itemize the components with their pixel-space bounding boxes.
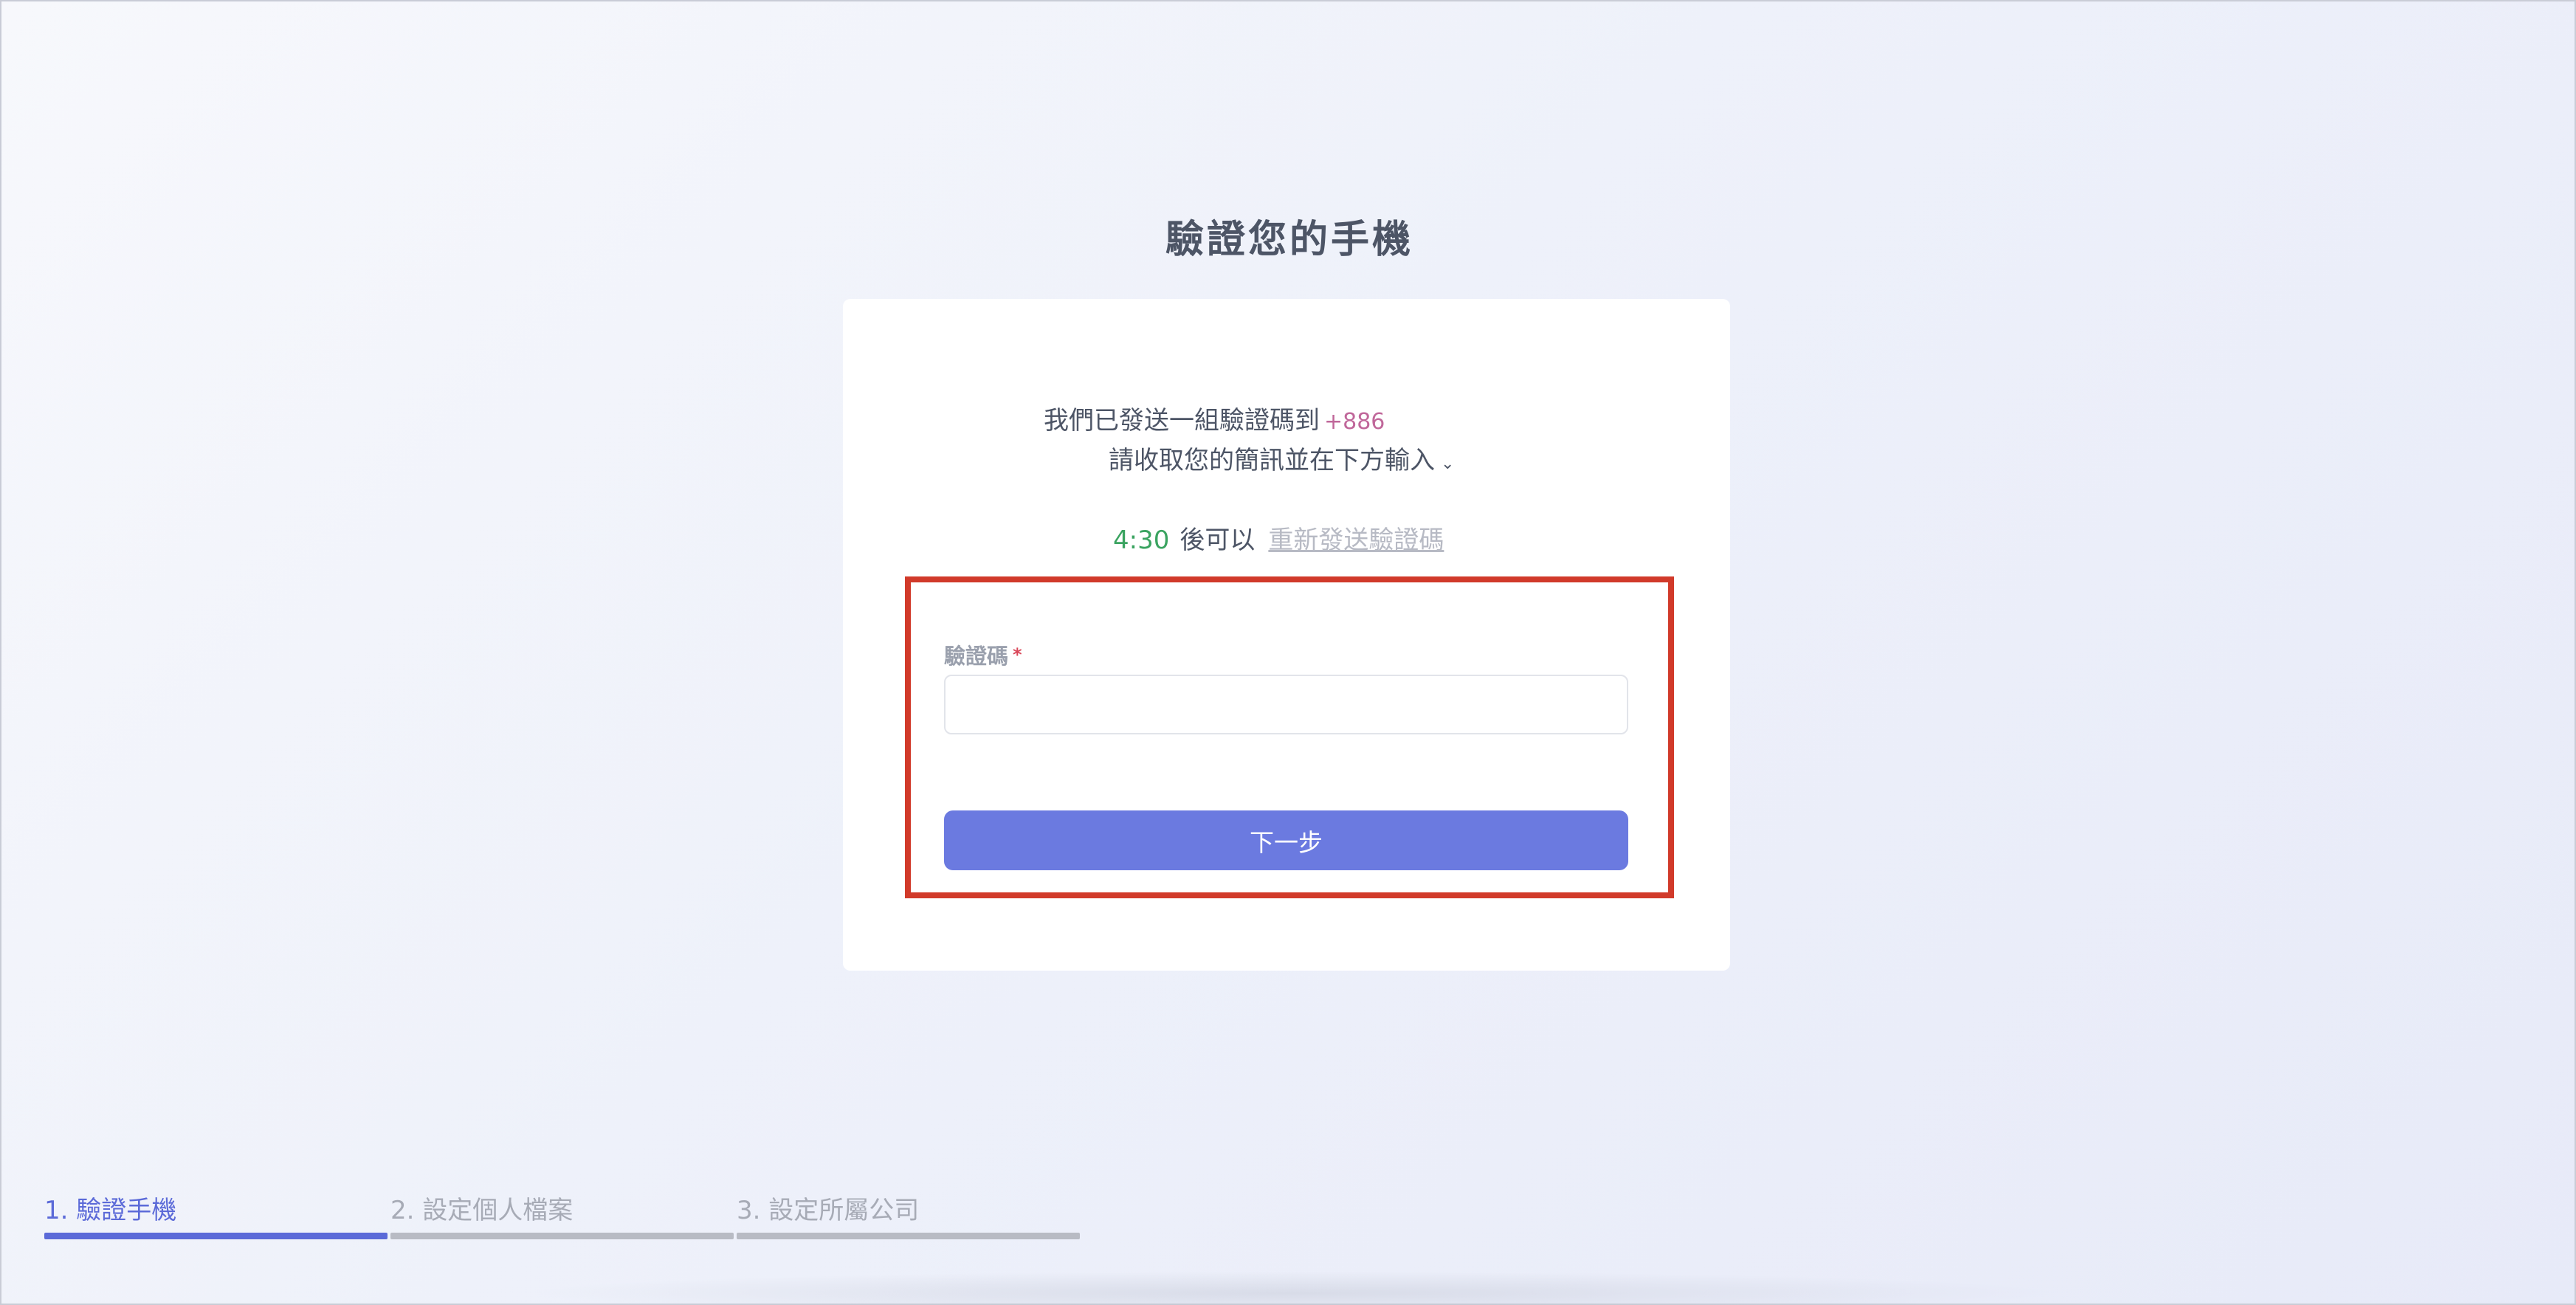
resend-code-link[interactable]: 重新發送驗證碼: [1268, 526, 1444, 555]
code-label-text: 驗證碼: [944, 644, 1009, 669]
step-label: 2. 設定個人檔案: [390, 1196, 574, 1225]
instruction-text: 請收取您的簡訊並在下方輸入: [1109, 446, 1435, 475]
step-company: 3. 設定所屬公司: [737, 1190, 1080, 1239]
code-field-label: 驗證碼 *: [944, 639, 1022, 670]
resend-after-text: 後可以: [1179, 526, 1256, 555]
page-title: 驗證您的手機: [1165, 218, 1413, 262]
step-label: 3. 設定所屬公司: [737, 1196, 920, 1225]
countdown-timer: 4:30: [1113, 526, 1170, 555]
phone-number: +886: [1324, 409, 1385, 435]
verification-code-input[interactable]: [944, 675, 1628, 734]
sent-message-text: 我們已發送一組驗證碼到: [1044, 406, 1320, 435]
resend-row: 4:30 後可以 重新發送驗證碼: [1113, 520, 1444, 556]
instruction-message: 請收取您的簡訊並在下方輸入 ⌄: [1109, 440, 1454, 476]
step-progress-bar: [390, 1233, 734, 1239]
bottom-shadow: [518, 1271, 2068, 1305]
step-verify-phone: 1. 驗證手機: [44, 1190, 388, 1239]
step-progress-bar: [737, 1233, 1080, 1239]
required-mark: *: [1013, 644, 1022, 665]
step-profile: 2. 設定個人檔案: [390, 1190, 734, 1239]
chevron-down-icon: ⌄: [1441, 455, 1455, 473]
next-step-button[interactable]: 下一步: [944, 810, 1628, 870]
sent-message: 我們已發送一組驗證碼到 +886: [1044, 400, 1385, 436]
step-label: 1. 驗證手機: [44, 1196, 177, 1225]
step-progress-bar: [44, 1233, 388, 1239]
